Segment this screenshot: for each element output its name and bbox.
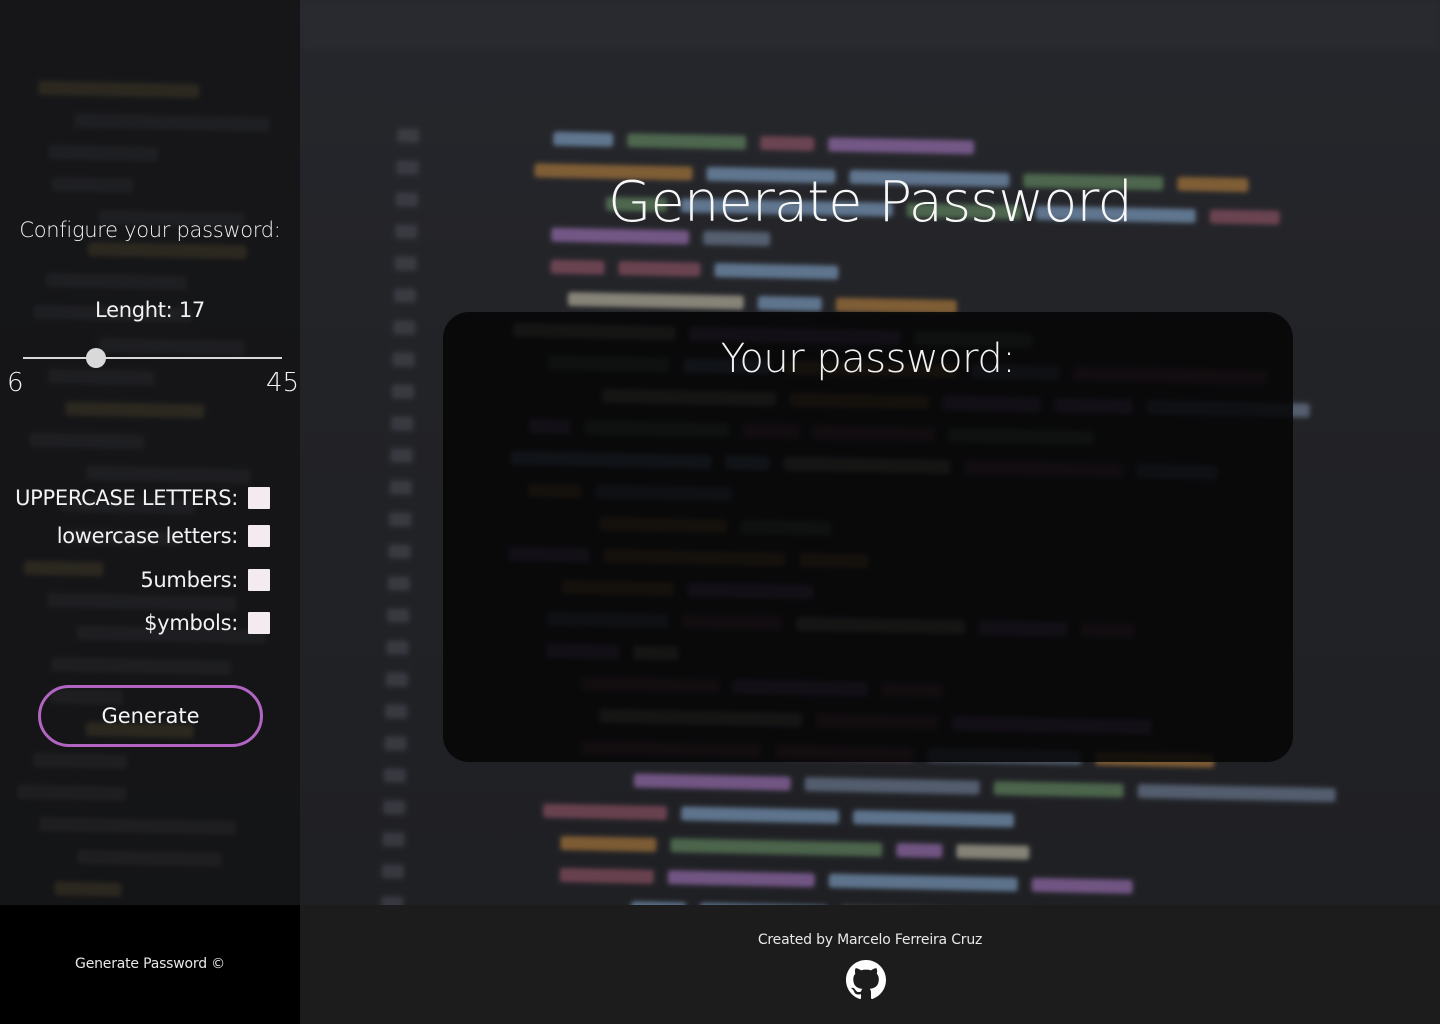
background-code-line (680, 806, 840, 824)
background-line-number (394, 256, 417, 271)
length-label: Lenght: 17 (95, 298, 205, 322)
option-symbols: $ymbols: (0, 608, 270, 638)
background-line-number (386, 640, 409, 655)
background-line-number (381, 896, 404, 905)
background-line-number (387, 576, 411, 591)
option-lowercase-label: lowercase letters: (56, 524, 239, 548)
background-code-line (670, 838, 883, 857)
background-code-line (852, 810, 1015, 828)
background-line-number (390, 448, 413, 463)
option-symbols-checkbox[interactable] (248, 612, 270, 634)
length-max-label: 45 (266, 368, 300, 398)
background-line-number (389, 512, 412, 527)
option-uppercase: UPPERCASE LETTERS: (0, 483, 270, 513)
length-slider-track[interactable] (23, 357, 282, 359)
background-line-number (383, 800, 406, 815)
background-code-line (550, 259, 605, 275)
background-code-line (993, 780, 1124, 798)
background-line-number (393, 288, 417, 303)
background-code-line (618, 261, 701, 277)
background-line-number (387, 608, 410, 623)
background-line-number (391, 384, 415, 399)
background-code-line (633, 773, 791, 791)
background-line-number (382, 832, 405, 847)
background-line-number (392, 352, 415, 367)
background-code-line (1137, 784, 1336, 803)
github-icon[interactable] (846, 960, 886, 1000)
option-uppercase-label: UPPERCASE LETTERS: (15, 486, 238, 510)
background-code-line (559, 867, 654, 884)
background-code-line (828, 873, 1018, 892)
config-title: Configure your password: (19, 218, 281, 242)
background-line-number (388, 544, 411, 559)
page-title: Generate Password (608, 170, 1133, 235)
footer-copyright: Generate Password © (75, 956, 225, 972)
background-line-number (397, 128, 420, 143)
length-slider-thumb[interactable] (86, 348, 107, 368)
option-numbers-checkbox[interactable] (248, 569, 270, 591)
background-code-line (757, 295, 822, 312)
background-code-line (804, 777, 980, 795)
option-numbers: 5umbers: (0, 565, 270, 595)
background-line-number (389, 480, 413, 495)
background-code-line (553, 131, 614, 147)
background-line-number (385, 672, 409, 687)
background-code-line (627, 133, 747, 150)
background-code-line (828, 137, 975, 155)
length-min-label: 6 (7, 368, 24, 398)
option-uppercase-checkbox[interactable] (248, 487, 270, 509)
background-code-line (667, 870, 815, 888)
option-lowercase: lowercase letters: (0, 521, 270, 551)
background-line-number (384, 736, 407, 751)
background-code-line (542, 803, 668, 821)
background-line-number (391, 416, 414, 431)
background-code-line (896, 842, 943, 858)
option-lowercase-checkbox[interactable] (248, 525, 270, 547)
background-line-number (381, 864, 404, 879)
background-code-line (714, 263, 839, 280)
option-numbers-label: 5umbers: (140, 568, 238, 592)
background-code-line (956, 844, 1030, 860)
background-line-number (393, 320, 416, 335)
background-code-line (1031, 877, 1133, 894)
password-heading: Your password: (720, 336, 1016, 382)
background-code-line (567, 291, 744, 310)
sidebar: Configure your password: Lenght: 17 6 45… (0, 0, 300, 905)
footer-credit: Created by Marcelo Ferreira Cruz (757, 932, 983, 948)
background-code-line (760, 135, 815, 152)
page: Configure your password: Lenght: 17 6 45… (0, 0, 1440, 1024)
background-line-number (383, 768, 406, 783)
background-code-line (560, 835, 657, 852)
background-line-number (385, 704, 408, 719)
option-symbols-label: $ymbols: (144, 611, 238, 635)
generate-button[interactable]: Generate (38, 685, 263, 747)
